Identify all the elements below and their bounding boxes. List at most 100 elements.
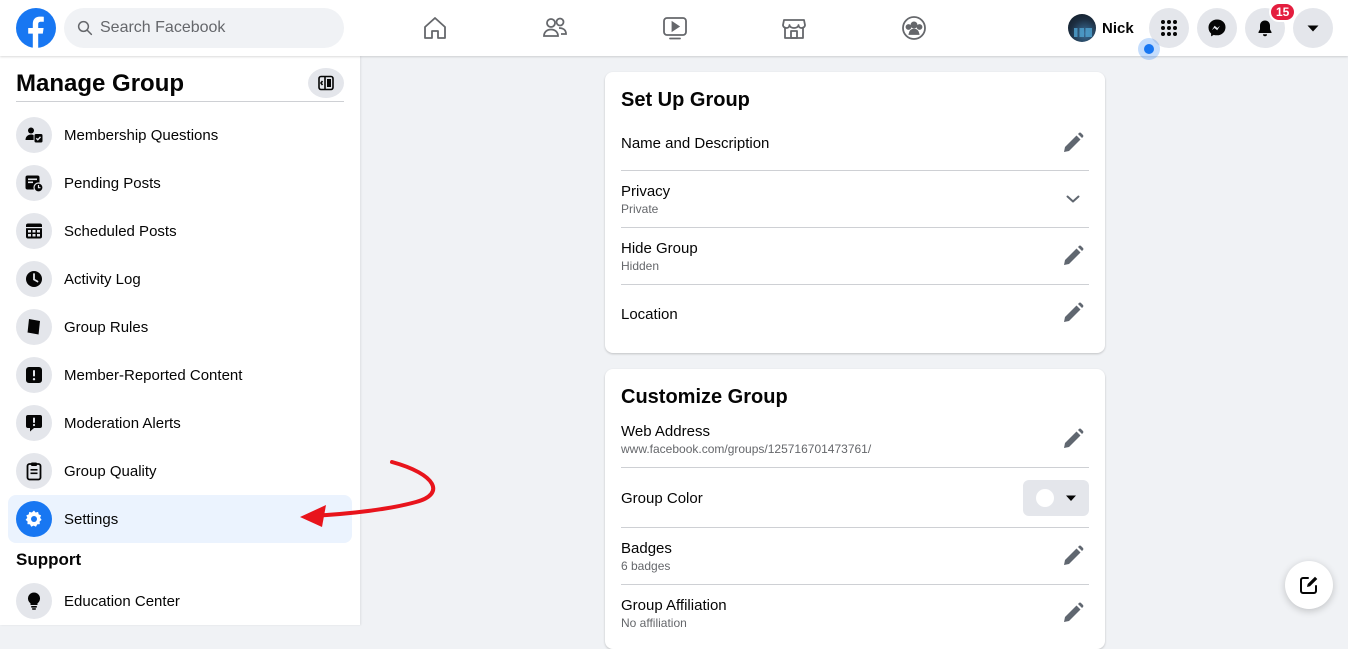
avatar <box>1068 14 1096 42</box>
sidebar-item-label: Pending Posts <box>64 174 161 192</box>
expand-button[interactable] <box>1059 185 1087 213</box>
row-label: Badges <box>621 540 672 557</box>
nav-home[interactable] <box>379 8 491 48</box>
sidebar-item-member-reported-content[interactable]: Member-Reported Content <box>8 351 352 399</box>
compose-icon <box>1300 576 1318 594</box>
sidebar-item-membership-questions[interactable]: Membership Questions <box>8 111 352 159</box>
pencil-icon <box>1064 245 1084 265</box>
edit-button[interactable] <box>1059 599 1087 627</box>
gear-icon <box>25 510 42 527</box>
row-value: Private <box>621 202 659 216</box>
pending-posts-icon <box>25 175 44 193</box>
sidebar-item-activity-log[interactable]: Activity Log <box>8 255 352 303</box>
card-title: Customize Group <box>621 386 788 408</box>
sidebar-item-education-center[interactable]: Education Center <box>8 577 352 625</box>
notification-count-badge: 15 <box>1269 2 1297 22</box>
book-icon <box>27 319 40 336</box>
search-box[interactable] <box>64 8 344 48</box>
top-navigation-bar: Nick 15 <box>0 0 1348 60</box>
setting-row-group-color[interactable]: Group Color <box>621 468 1089 528</box>
profile-button[interactable]: Nick <box>1064 10 1144 46</box>
pencil-icon <box>1064 302 1084 322</box>
caret-down-icon <box>1066 495 1076 501</box>
sidebar-item-label: Group Rules <box>64 318 149 336</box>
pencil-icon <box>1064 132 1084 152</box>
row-value: Hidden <box>621 259 660 273</box>
nav-friends[interactable] <box>499 8 611 48</box>
row-label: Hide Group <box>621 240 698 257</box>
setting-row-group-affiliation[interactable]: Group Affiliation No affiliation <box>621 585 1089 642</box>
row-value: 6 badges <box>621 559 671 573</box>
sidebar-title: Manage Group <box>16 70 185 97</box>
calendar-icon <box>26 223 42 239</box>
membership-questions-icon <box>25 127 43 143</box>
row-label: Group Color <box>621 490 703 507</box>
setting-row-hide-group[interactable]: Hide Group Hidden <box>621 228 1089 285</box>
nav-watch[interactable] <box>619 8 731 48</box>
annotation-arrow <box>300 460 436 527</box>
facebook-logo-icon[interactable] <box>16 8 56 48</box>
sidebar-item-label: Group Quality <box>64 462 157 480</box>
sidebar-item-pending-posts[interactable]: Pending Posts <box>8 159 352 207</box>
group-color-dropdown[interactable] <box>1023 480 1089 516</box>
manage-group-sidebar: Manage Group Membership Questions Pendin… <box>0 56 360 625</box>
sidebar-item-group-rules[interactable]: Group Rules <box>8 303 352 351</box>
alert-icon <box>26 367 42 383</box>
watch-icon <box>663 17 687 40</box>
groups-icon <box>902 16 926 40</box>
setting-row-privacy[interactable]: Privacy Private <box>621 171 1089 228</box>
sidebar-item-label: Activity Log <box>64 270 141 288</box>
row-value: No affiliation <box>621 616 687 630</box>
sidebar-item-label: Settings <box>64 510 119 528</box>
row-label: Name and Description <box>621 135 770 152</box>
setting-row-badges[interactable]: Badges 6 badges <box>621 528 1089 585</box>
friends-icon <box>543 17 567 37</box>
speech-alert-icon <box>26 415 42 432</box>
card-title: Set Up Group <box>621 89 750 111</box>
sidebar-toggle-icon <box>318 75 334 91</box>
edit-button[interactable] <box>1059 299 1087 327</box>
marketplace-icon <box>782 19 806 39</box>
edit-button[interactable] <box>1059 129 1087 157</box>
cursor-indicator <box>1138 38 1160 60</box>
row-label: Privacy <box>621 183 671 200</box>
sidebar-item-label: Member-Reported Content <box>64 366 243 384</box>
setting-row-name-description[interactable]: Name and Description <box>621 114 1089 171</box>
row-label: Location <box>621 306 678 323</box>
clipboard-icon <box>26 462 42 481</box>
clock-icon <box>26 271 42 287</box>
sidebar-item-label: Education Center <box>64 592 180 610</box>
profile-name: Nick <box>1102 19 1134 37</box>
search-input[interactable] <box>100 19 320 37</box>
sidebar-item-scheduled-posts[interactable]: Scheduled Posts <box>8 207 352 255</box>
row-label: Group Affiliation <box>621 597 727 614</box>
nav-groups[interactable] <box>858 8 970 48</box>
collapse-sidebar-button[interactable] <box>308 68 344 98</box>
set-up-group-card: Set Up Group Name and Description Privac… <box>605 72 1105 353</box>
setting-row-web-address[interactable]: Web Address www.facebook.com/groups/1257… <box>621 411 1089 468</box>
sidebar-item-moderation-alerts[interactable]: Moderation Alerts <box>8 399 352 447</box>
row-value: www.facebook.com/groups/125716701473761/ <box>621 442 872 456</box>
grid-menu-icon <box>1161 20 1177 36</box>
chevron-down-icon <box>1066 195 1080 203</box>
pencil-icon <box>1064 428 1084 448</box>
support-section-heading: Support <box>16 550 82 569</box>
home-icon <box>424 17 446 39</box>
sidebar-item-label: Membership Questions <box>64 126 219 144</box>
edit-button[interactable] <box>1059 242 1087 270</box>
new-message-button[interactable] <box>1285 561 1333 609</box>
pencil-icon <box>1064 545 1084 565</box>
edit-button[interactable] <box>1059 542 1087 570</box>
account-menu-button[interactable] <box>1293 8 1333 48</box>
sidebar-item-label: Moderation Alerts <box>64 414 181 432</box>
nav-marketplace[interactable] <box>738 8 850 48</box>
caret-down-icon <box>1307 25 1319 32</box>
lightbulb-icon <box>27 592 41 610</box>
edit-button[interactable] <box>1059 425 1087 453</box>
messenger-icon <box>1208 19 1226 37</box>
customize-group-card: Customize Group Web Address www.facebook… <box>605 369 1105 649</box>
messenger-button[interactable] <box>1197 8 1237 48</box>
setting-row-location[interactable]: Location <box>621 285 1089 342</box>
color-swatch <box>1035 488 1055 508</box>
sidebar-item-label: Scheduled Posts <box>64 222 177 240</box>
